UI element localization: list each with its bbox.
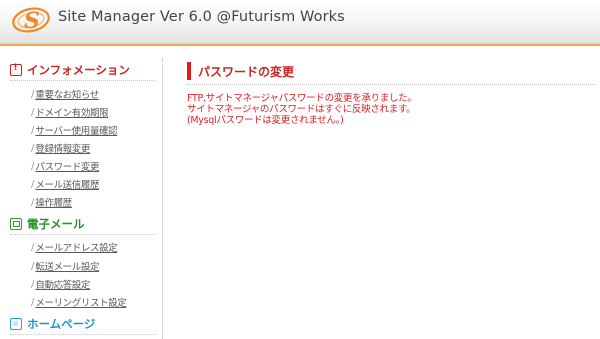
sidebar-item-label[interactable]: ドメイン有効期限	[35, 105, 108, 119]
sidebar-item-label[interactable]: メールアドレス設定	[35, 240, 117, 254]
sidebar-item-forward-mail-settings[interactable]: / 転送メール設定	[31, 259, 99, 274]
sidebar-item-label[interactable]: 転送メール設定	[35, 259, 99, 273]
section-title-information: インフォメーション	[27, 63, 130, 77]
sidebar-item-label[interactable]: 重要なお知らせ	[35, 87, 99, 101]
section-header-email[interactable]: 電子メール	[10, 216, 85, 232]
homepage-icon	[10, 318, 22, 330]
result-message: (Mysqlパスワードは変更されません。)	[187, 115, 344, 126]
sidebar-item-mailing-list-settings[interactable]: / メーリングリスト設定	[31, 295, 127, 310]
site-manager-logo: S	[12, 7, 50, 34]
svg-text:S: S	[24, 8, 40, 34]
page-title: パスワードの変更	[198, 65, 295, 79]
sidebar-item-label[interactable]: メール送信履歴	[35, 177, 99, 191]
sidebar-item-registration-change[interactable]: / 登録情報変更	[31, 141, 90, 156]
section-title-homepage: ホームページ	[27, 317, 96, 331]
title-accent-bar	[187, 62, 191, 80]
sidebar-item-mail-address-settings[interactable]: / メールアドレス設定	[31, 240, 118, 255]
section-header-information[interactable]: インフォメーション	[10, 62, 130, 78]
sidebar-item-mail-history[interactable]: / メール送信履歴	[31, 177, 99, 192]
app-header: S Site Manager Ver 6.0 @Futurism Works	[0, 0, 600, 44]
section-divider	[10, 80, 156, 81]
section-divider	[10, 334, 156, 335]
app-title: Site Manager Ver 6.0 @Futurism Works	[58, 9, 345, 25]
section-divider	[10, 234, 156, 235]
sidebar-item-label[interactable]: 操作履歴	[35, 195, 72, 209]
title-divider	[187, 84, 595, 85]
sidebar-item-label[interactable]: 登録情報変更	[35, 141, 90, 155]
alert-icon	[10, 63, 22, 76]
section-title-email: 電子メール	[27, 217, 85, 231]
sidebar-item-important-notice[interactable]: / 重要なお知らせ	[31, 87, 99, 102]
sidebar-item-label[interactable]: 自動応答設定	[35, 277, 90, 291]
sidebar-divider	[162, 58, 163, 339]
section-header-homepage[interactable]: ホームページ	[10, 316, 95, 332]
mail-icon	[10, 218, 22, 230]
sidebar-item-password-change[interactable]: / パスワード変更	[31, 159, 99, 174]
sidebar-item-label[interactable]: パスワード変更	[35, 159, 99, 173]
sidebar-item-label[interactable]: サーバー使用量確認	[35, 123, 117, 137]
sidebar-item-label[interactable]: メーリングリスト設定	[35, 295, 126, 309]
sidebar-item-domain-expiry[interactable]: / ドメイン有効期限	[31, 105, 109, 120]
sidebar-item-autoreply-settings[interactable]: / 自動応答設定	[31, 277, 90, 292]
sidebar-item-operation-history[interactable]: / 操作履歴	[31, 195, 72, 210]
sidebar-item-server-usage[interactable]: / サーバー使用量確認	[31, 123, 118, 138]
